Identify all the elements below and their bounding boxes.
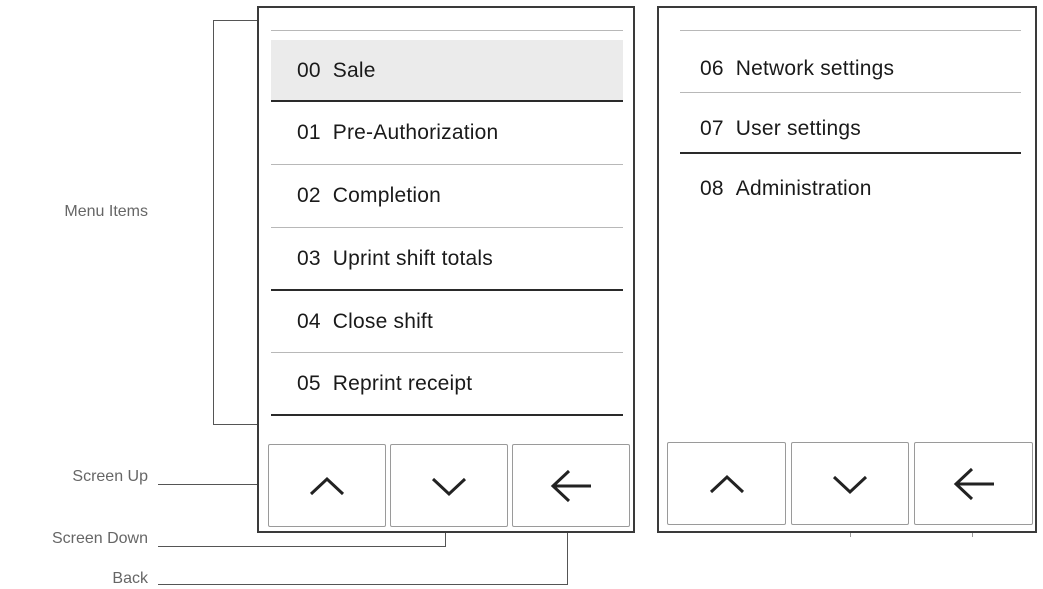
screen-down-leader-h xyxy=(158,546,446,547)
chevron-down-icon xyxy=(431,477,467,496)
menu-item-number: 06 xyxy=(700,57,724,80)
left-terminal-screen: 00 Sale 01 Pre-Authorization 02 Completi… xyxy=(257,6,635,533)
menu-item-number: 07 xyxy=(700,117,724,140)
screen-down-label: Screen Down xyxy=(51,530,148,547)
separator xyxy=(271,30,623,31)
separator xyxy=(271,414,623,416)
menu-item-label: Reprint receipt xyxy=(332,372,473,395)
menu-item-number: 04 xyxy=(297,310,321,333)
menu-item-02-completion[interactable]: 02 Completion xyxy=(271,165,623,227)
screen-up-leader xyxy=(158,484,268,485)
right-terminal-screen: 06 Network settings 07 User settings 08 … xyxy=(657,6,1037,533)
menu-item-03-uprint-shift-totals[interactable]: 03 Uprint shift totals xyxy=(271,228,623,290)
back-label: Back xyxy=(112,570,148,587)
menu-item-number: 08 xyxy=(700,177,724,200)
back-leader-h xyxy=(158,584,568,585)
chevron-down-icon xyxy=(832,475,868,494)
menu-item-label: Network settings xyxy=(735,57,895,80)
menu-item-04-close-shift[interactable]: 04 Close shift xyxy=(271,291,623,353)
menu-item-label: Completion xyxy=(332,184,441,207)
chevron-up-icon xyxy=(309,476,345,495)
menu-item-label: Uprint shift totals xyxy=(332,247,493,270)
menu-item-number: 05 xyxy=(297,372,321,395)
back-button[interactable] xyxy=(512,444,630,527)
menu-item-08-administration[interactable]: 08 Administration xyxy=(680,158,1021,212)
arrow-left-icon xyxy=(550,469,591,502)
menu-bracket-vertical xyxy=(213,20,214,424)
menu-item-label: Sale xyxy=(332,59,376,82)
menu-item-number: 01 xyxy=(297,121,321,144)
menu-item-label: Administration xyxy=(735,177,872,200)
menu-item-label: Pre-Authorization xyxy=(332,121,499,144)
menu-item-number: 02 xyxy=(297,184,321,207)
menu-item-05-reprint-receipt[interactable]: 05 Reprint receipt xyxy=(271,353,623,415)
screen-up-button[interactable] xyxy=(268,444,386,527)
menu-items-label: Menu Items xyxy=(64,203,148,220)
screen-up-label: Screen Up xyxy=(72,468,148,485)
screen-down-button[interactable] xyxy=(791,442,909,525)
separator xyxy=(680,152,1021,154)
menu-item-number: 03 xyxy=(297,247,321,270)
separator xyxy=(680,30,1021,31)
menu-item-01-pre-authorization[interactable]: 01 Pre-Authorization xyxy=(271,102,623,164)
chevron-up-icon xyxy=(709,474,744,493)
screen-up-button[interactable] xyxy=(667,442,786,525)
menu-item-label: Close shift xyxy=(332,310,434,333)
left-menu: 00 Sale 01 Pre-Authorization 02 Completi… xyxy=(271,8,623,416)
separator xyxy=(680,92,1021,93)
menu-item-00-sale[interactable]: 00 Sale xyxy=(271,40,623,102)
back-button[interactable] xyxy=(914,442,1033,525)
menu-item-number: 00 xyxy=(297,59,321,82)
screen-down-button[interactable] xyxy=(390,444,508,527)
arrow-left-icon xyxy=(953,467,994,500)
right-menu: 06 Network settings 07 User settings 08 … xyxy=(680,8,1021,212)
menu-item-07-user-settings[interactable]: 07 User settings xyxy=(680,98,1021,160)
menu-item-06-network-settings[interactable]: 06 Network settings xyxy=(680,38,1021,100)
menu-item-label: User settings xyxy=(735,117,861,140)
